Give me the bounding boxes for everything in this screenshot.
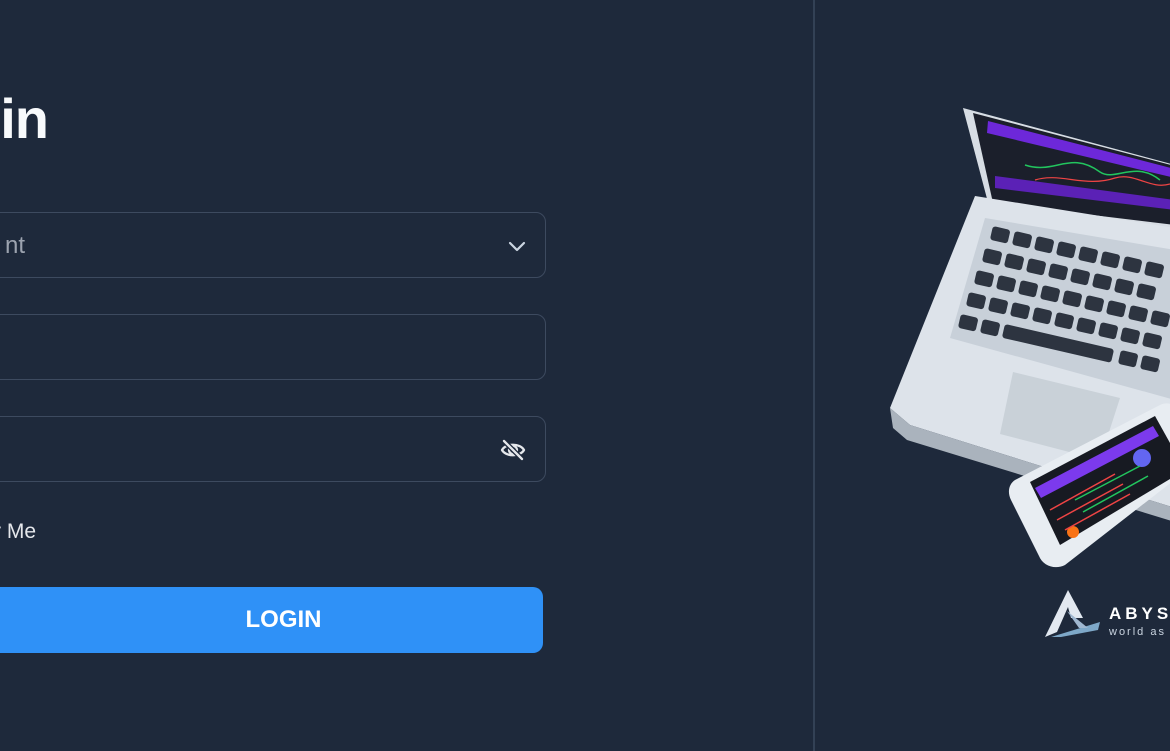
login-input[interactable] (0, 314, 546, 380)
page-title: in (0, 87, 49, 150)
chevron-down-icon[interactable] (507, 236, 527, 256)
password-input[interactable] (0, 416, 546, 482)
login-button[interactable]: LOGIN (0, 587, 543, 653)
brand-tagline: world as (1109, 626, 1166, 638)
laptop-phone-illustration (890, 108, 1170, 637)
account-type-value: nt (4, 232, 25, 259)
device-showcase: ABYS world as (815, 0, 1170, 751)
brand-name: ABYS (1109, 604, 1170, 623)
login-panel: in nt r Me LOGIN (0, 0, 814, 751)
remember-me-label[interactable]: r Me (0, 520, 36, 544)
eye-off-icon[interactable] (499, 436, 527, 464)
account-type-select[interactable]: nt (0, 212, 546, 278)
abys-logo-icon (1045, 590, 1100, 637)
